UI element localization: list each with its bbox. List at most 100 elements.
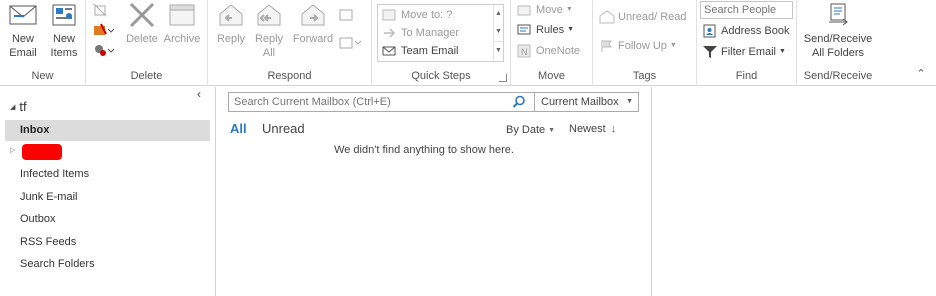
send-receive-all-button[interactable]: Send/Receive All Folders xyxy=(799,2,877,60)
address-book-button[interactable]: Address Book xyxy=(702,23,789,39)
forward-icon xyxy=(301,4,325,26)
redacted-block xyxy=(22,144,62,160)
sort-by-label: By Date xyxy=(506,124,546,136)
group-label-tags: Tags xyxy=(632,70,657,82)
filter-icon xyxy=(703,46,717,58)
send-receive-icon xyxy=(829,3,848,26)
unread-read-label: Unread/ Read xyxy=(618,11,687,23)
quick-step-team-email[interactable]: Team Email xyxy=(382,42,458,59)
expand-gallery-icon[interactable]: ▼ xyxy=(494,41,503,59)
group-label-respond: Respond xyxy=(267,70,312,82)
quick-step-label: Team Email xyxy=(401,44,459,57)
delete-button[interactable]: Delete xyxy=(124,2,160,46)
forward-button[interactable]: Forward xyxy=(290,2,336,46)
move-to-icon xyxy=(382,9,396,20)
rules-icon xyxy=(517,24,531,35)
delete-label: Delete xyxy=(126,33,158,45)
folder-outbox[interactable]: Outbox xyxy=(20,213,55,225)
group-respond: Reply Reply All Forward Respond xyxy=(208,0,372,86)
onenote-icon: N xyxy=(517,44,531,58)
address-book-label: Address Book xyxy=(721,25,790,37)
folder-junk-email[interactable]: Junk E-mail xyxy=(20,191,77,203)
quick-steps-gallery: Move to: ? To Manager Team Email ▲ ▼ ▼ xyxy=(377,4,504,62)
new-items-button[interactable]: New Items xyxy=(44,2,84,60)
archive-label: Archive xyxy=(163,33,201,45)
junk-button[interactable] xyxy=(92,42,114,58)
archive-button[interactable]: Archive xyxy=(162,2,202,46)
filter-email-button[interactable]: Filter Email ▼ xyxy=(702,44,786,60)
new-email-button[interactable]: New Email xyxy=(4,2,42,60)
sort-by-dropdown[interactable]: By Date ▼ xyxy=(506,124,555,136)
delete-icon xyxy=(129,2,155,28)
folder-search-folders[interactable]: Search Folders xyxy=(20,258,95,270)
ignore-icon xyxy=(93,3,107,17)
move-label: Move xyxy=(536,4,563,16)
quick-step-to-manager[interactable]: To Manager xyxy=(382,24,459,41)
rules-button[interactable]: Rules ▼ xyxy=(517,22,574,38)
folder-pane: ‹ ◢ tf Inbox ▷ Infected Items Junk E-mai… xyxy=(0,87,216,296)
rules-label: Rules xyxy=(536,24,565,36)
address-book-icon xyxy=(703,24,716,38)
filter-email-label: Filter Email xyxy=(721,46,777,58)
unread-read-button[interactable]: Unread/ Read xyxy=(599,9,687,25)
more-respond-icon xyxy=(339,37,362,49)
group-label-send-receive: Send/Receive xyxy=(803,70,873,82)
onenote-button[interactable]: N OneNote xyxy=(517,43,580,59)
ignore-button[interactable] xyxy=(92,2,108,18)
reply-all-icon xyxy=(257,4,281,26)
search-people-input[interactable] xyxy=(700,1,793,19)
quick-step-label: Move to: ? xyxy=(401,8,453,21)
meeting-button[interactable] xyxy=(339,8,353,22)
send-receive-all-label: Send/Receive All Folders xyxy=(803,33,873,59)
folder-inbox[interactable]: Inbox xyxy=(5,120,210,141)
search-scope-dropdown[interactable]: Current Mailbox ▼ xyxy=(534,93,638,111)
reply-label: Reply xyxy=(216,33,246,45)
dialog-launcher-icon[interactable] xyxy=(499,74,507,82)
quick-step-move-to[interactable]: Move to: ? xyxy=(382,6,452,23)
reply-button[interactable]: Reply xyxy=(214,2,248,46)
more-respond-button[interactable] xyxy=(339,36,363,50)
search-input[interactable] xyxy=(229,93,529,111)
unread-read-icon xyxy=(599,10,615,24)
ribbon: New Email New Items New Delete Archive D… xyxy=(0,0,936,86)
clean-up-icon xyxy=(94,23,114,35)
reply-all-button[interactable]: Reply All xyxy=(252,2,286,60)
expand-triangle-icon[interactable]: ◢ xyxy=(10,103,15,111)
svg-text:N: N xyxy=(521,47,528,57)
account-name: tf xyxy=(19,99,27,114)
scroll-down-icon[interactable]: ▼ xyxy=(494,23,503,41)
move-button[interactable]: Move ▼ xyxy=(517,2,573,18)
chevron-down-icon: ▼ xyxy=(548,126,556,134)
move-icon xyxy=(517,5,531,16)
follow-up-button[interactable]: Follow Up ▼ xyxy=(599,38,677,54)
reply-icon xyxy=(219,4,243,26)
expand-triangle-icon[interactable]: ▷ xyxy=(10,146,15,154)
group-send-receive: Send/Receive All Folders Send/Receive xyxy=(797,0,879,86)
follow-up-label: Follow Up xyxy=(618,40,667,52)
chevron-down-icon: ▼ xyxy=(779,48,786,55)
collapse-folder-pane-icon[interactable]: ‹ xyxy=(197,87,201,101)
filter-unread[interactable]: Unread xyxy=(262,121,305,136)
flag-icon xyxy=(601,40,612,52)
quick-steps-scrollbar[interactable]: ▲ ▼ ▼ xyxy=(493,5,503,61)
onenote-label: OneNote xyxy=(536,45,581,57)
quick-step-label: To Manager xyxy=(401,26,460,39)
arrow-down-icon: ↓ xyxy=(610,123,617,135)
folder-infected-items[interactable]: Infected Items xyxy=(20,168,89,180)
folder-rss-feeds[interactable]: RSS Feeds xyxy=(20,236,76,248)
filter-all[interactable]: All xyxy=(230,121,247,136)
group-label-find: Find xyxy=(735,70,758,82)
reading-pane xyxy=(653,87,936,296)
clean-up-button[interactable] xyxy=(92,22,114,38)
sort-order-toggle[interactable]: Newest ↓ xyxy=(569,123,616,135)
new-email-label: New Email xyxy=(9,33,37,59)
collapse-ribbon-icon[interactable]: ⌃ xyxy=(914,68,928,80)
meeting-icon xyxy=(339,9,353,21)
folder-redacted[interactable]: ▷ xyxy=(10,144,70,160)
search-bar: Current Mailbox ▼ xyxy=(228,92,639,112)
sort-order-label: Newest xyxy=(569,123,606,135)
group-label-quick-steps: Quick Steps xyxy=(411,70,471,82)
search-icon[interactable] xyxy=(512,95,526,109)
account-row[interactable]: ◢ tf xyxy=(10,99,27,114)
scroll-up-icon[interactable]: ▲ xyxy=(494,5,503,23)
